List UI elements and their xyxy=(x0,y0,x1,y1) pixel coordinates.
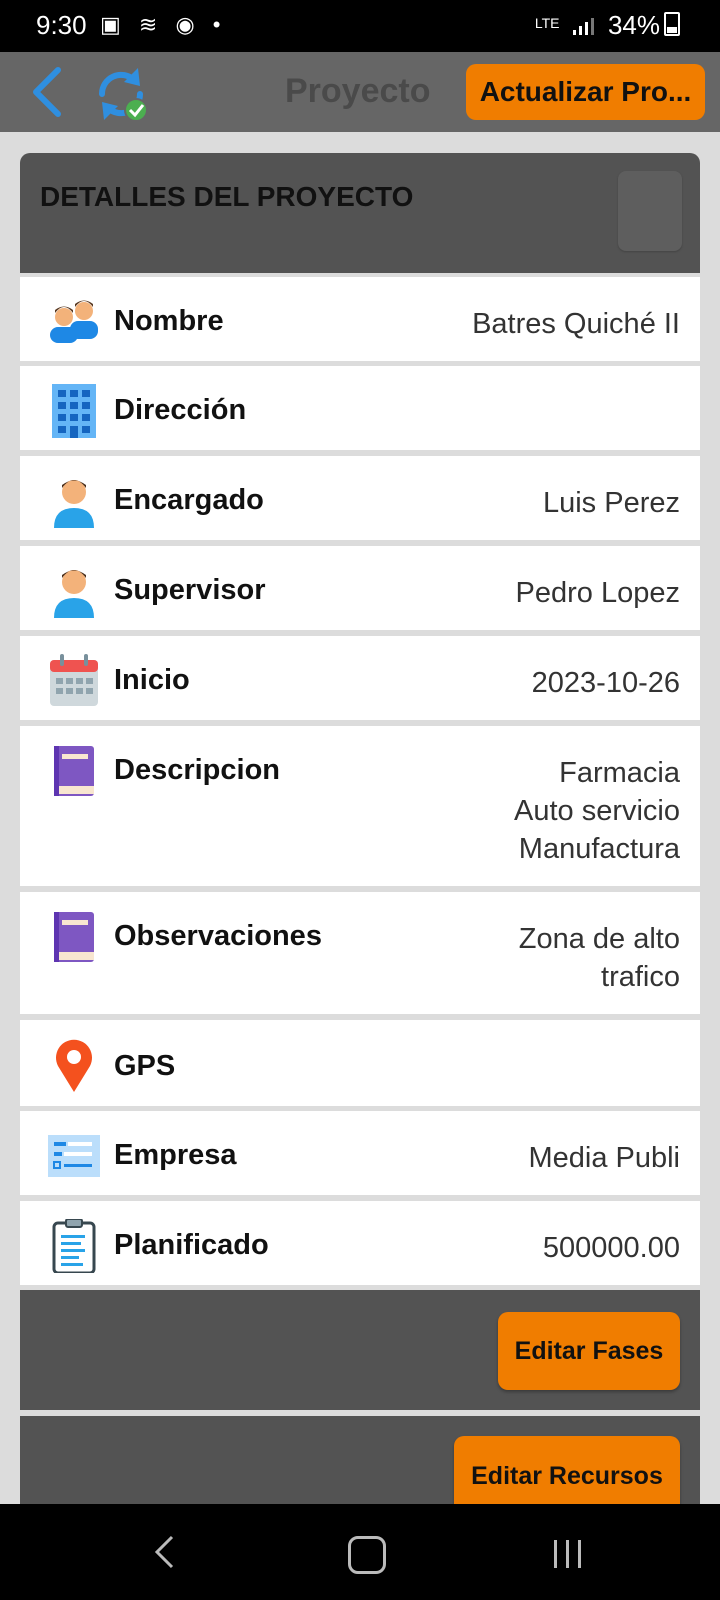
nombre-label: Nombre xyxy=(114,305,224,337)
status-bar: 9:30 ▣ ≋ ◉ • LTE 34% xyxy=(0,0,720,52)
nombre-value: Batres Quiché II xyxy=(472,308,680,340)
descripcion-label: Descripcion xyxy=(114,754,280,786)
nav-home-icon[interactable] xyxy=(348,1536,386,1574)
book-icon xyxy=(54,912,94,962)
notification-icons: ▣ ≋ ◉ • xyxy=(100,12,227,37)
person-icon xyxy=(54,570,94,618)
row-planificado: Planificado 500000.00 xyxy=(20,1201,700,1285)
supervisor-label: Supervisor xyxy=(114,574,266,606)
nav-recents-icon[interactable] xyxy=(552,1538,584,1570)
edit-phases-button[interactable]: Editar Fases xyxy=(498,1312,680,1390)
encargado-label: Encargado xyxy=(114,484,264,516)
empresa-label: Empresa xyxy=(114,1139,237,1171)
planificado-value: 500000.00 xyxy=(542,1232,680,1264)
supervisor-value: Pedro Lopez xyxy=(515,577,680,609)
book-icon xyxy=(54,746,94,796)
network-label: LTE xyxy=(534,15,560,31)
calendar-icon xyxy=(50,654,98,706)
empresa-value: Media Publi xyxy=(528,1142,680,1174)
row-observaciones: Observaciones Zona de alto trafico xyxy=(20,892,700,1014)
sync-icon[interactable] xyxy=(92,64,150,124)
section-title: DETALLES DEL PROYECTO xyxy=(40,181,414,212)
battery-icon xyxy=(664,12,680,36)
inicio-label: Inicio xyxy=(114,664,190,696)
row-supervisor: Supervisor Pedro Lopez xyxy=(20,546,700,630)
location-pin-icon xyxy=(56,1039,92,1092)
row-descripcion: Descripcion Farmacia Auto servicio Manuf… xyxy=(20,726,700,886)
row-inicio: Inicio 2023-10-26 xyxy=(20,636,700,720)
project-details-header: DETALLES DEL PROYECTO xyxy=(20,153,700,273)
resources-panel: Editar Recursos xyxy=(20,1416,700,1516)
status-time: 9:30 xyxy=(36,10,87,40)
direccion-label: Dirección xyxy=(114,394,247,426)
nav-back-icon[interactable] xyxy=(152,1534,176,1570)
update-project-button[interactable]: Actualizar Pro... xyxy=(466,64,705,120)
page-title: Proyecto xyxy=(285,72,431,110)
system-nav-bar xyxy=(0,1504,720,1600)
person-icon xyxy=(54,480,94,528)
row-empresa: Empresa Media Publi xyxy=(20,1111,700,1195)
building-icon xyxy=(52,384,96,438)
back-arrow-icon[interactable] xyxy=(28,64,68,120)
header-toggle-button[interactable] xyxy=(618,171,682,251)
row-gps: GPS xyxy=(20,1020,700,1106)
gps-label: GPS xyxy=(114,1050,176,1082)
status-right: LTE 34% xyxy=(535,10,680,41)
observaciones-value: Zona de alto trafico xyxy=(518,923,680,993)
row-encargado: Encargado Luis Perez xyxy=(20,456,700,540)
app-toolbar: Proyecto Actualizar Pro... xyxy=(0,52,720,132)
observaciones-label: Observaciones xyxy=(114,920,322,952)
battery-percent: 34% xyxy=(607,10,660,40)
row-direccion: Dirección xyxy=(20,366,700,450)
inicio-value: 2023-10-26 xyxy=(531,667,680,699)
phases-panel: Editar Fases xyxy=(20,1290,700,1410)
descripcion-value: Farmacia Auto servicio Manufactura xyxy=(513,757,680,865)
clipboard-icon xyxy=(52,1219,96,1273)
row-nombre: Nombre Batres Quiché II xyxy=(20,277,700,361)
planificado-label: Planificado xyxy=(114,1229,269,1261)
signal-icon xyxy=(572,18,594,35)
people-icon xyxy=(50,300,98,343)
id-card-icon xyxy=(48,1135,100,1177)
encargado-value: Luis Perez xyxy=(542,487,680,519)
